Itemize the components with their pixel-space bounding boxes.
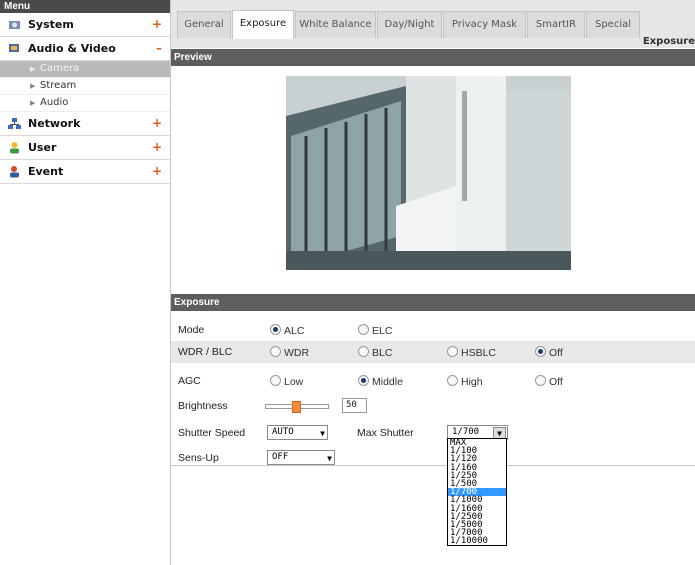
sens-up-value: OFF xyxy=(272,452,289,462)
sidebar-item-label: System xyxy=(28,18,74,31)
wdr-blc-row: WDR / BLC WDR BLC HSBLC Off xyxy=(171,341,695,363)
wdr-option-label: WDR xyxy=(284,347,310,359)
sidebar-item-system[interactable]: System + xyxy=(0,13,170,37)
radio-unchecked-icon xyxy=(535,375,546,386)
collapse-icon[interactable]: – xyxy=(156,37,162,60)
tab-bar: General Exposure White Balance Day/Night… xyxy=(171,0,695,48)
sidebar-item-network[interactable]: Network + xyxy=(0,112,170,136)
sidebar-item-label: Audio & Video xyxy=(28,42,116,55)
tab-privacy-mask[interactable]: Privacy Mask xyxy=(443,11,526,38)
radio-unchecked-icon xyxy=(447,346,458,357)
mode-label: Mode xyxy=(178,324,205,336)
agc-middle-label: Middle xyxy=(372,376,403,388)
radio-checked-icon xyxy=(358,375,369,386)
expand-icon[interactable]: + xyxy=(152,160,162,183)
max-shutter-dropdown-list[interactable]: MAX 1/100 1/120 1/160 1/250 1/500 1/700 1/1000 1… xyxy=(447,438,507,547)
expand-icon[interactable]: + xyxy=(152,136,162,159)
radio-unchecked-icon xyxy=(358,346,369,357)
agc-off-label: Off xyxy=(549,376,563,388)
camera-preview-image xyxy=(286,76,571,270)
radio-checked-icon xyxy=(270,324,281,335)
sidebar: Menu System + Audio & Video – ▶ Camera ▶… xyxy=(0,0,171,565)
audio-video-icon xyxy=(9,44,19,52)
expand-icon[interactable]: + xyxy=(152,112,162,135)
wdr-off-option-label: Off xyxy=(549,347,563,359)
radio-unchecked-icon xyxy=(270,375,281,386)
agc-middle-radio[interactable]: Middle xyxy=(358,375,403,388)
agc-low-label: Low xyxy=(284,376,304,388)
blc-radio[interactable]: BLC xyxy=(358,346,392,359)
sidebar-item-label: User xyxy=(28,141,57,154)
mode-alc-label: ALC xyxy=(284,325,305,337)
shutter-speed-label: Shutter Speed xyxy=(178,427,246,439)
tab-day-night[interactable]: Day/Night xyxy=(377,11,442,38)
sens-up-label: Sens-Up xyxy=(178,452,219,464)
agc-low-radio[interactable]: Low xyxy=(270,375,303,388)
user-icon xyxy=(10,142,19,154)
sidebar-subitem-label: Camera xyxy=(40,63,80,74)
dropdown-option[interactable]: 1/10000 xyxy=(448,537,506,546)
radio-unchecked-icon xyxy=(270,346,281,357)
hsblc-option-label: HSBLC xyxy=(461,347,497,359)
sidebar-item-label: Network xyxy=(28,117,81,130)
tab-exposure[interactable]: Exposure xyxy=(232,10,294,39)
brightness-value-input[interactable]: 50 xyxy=(342,398,367,413)
preview-header: Preview xyxy=(171,49,695,66)
sidebar-subitem-label: Stream xyxy=(40,80,77,91)
mode-alc-radio[interactable]: ALC xyxy=(270,324,304,337)
system-gear-icon xyxy=(9,21,20,29)
divider xyxy=(171,465,695,466)
agc-high-radio[interactable]: High xyxy=(447,375,483,388)
radio-checked-icon xyxy=(535,346,546,357)
agc-row: AGC Low Middle High Off xyxy=(171,370,695,392)
sidebar-item-event[interactable]: Event + xyxy=(0,160,170,184)
shutter-speed-select[interactable]: AUTO ▼ xyxy=(267,425,328,440)
tab-smartir[interactable]: SmartIR xyxy=(527,11,585,38)
menu-header: Menu xyxy=(0,0,170,13)
sidebar-item-label: Event xyxy=(28,165,64,178)
max-shutter-value: 1/700 xyxy=(452,427,480,437)
triangle-right-icon: ▶ xyxy=(30,82,36,90)
sidebar-subitem-camera[interactable]: ▶ Camera xyxy=(0,61,170,78)
mode-elc-label: ELC xyxy=(372,325,393,337)
sidebar-subitem-audio[interactable]: ▶ Audio xyxy=(0,95,170,112)
sidebar-subitem-label: Audio xyxy=(40,97,69,108)
brightness-label: Brightness xyxy=(178,400,228,412)
wdr-radio[interactable]: WDR xyxy=(270,346,309,359)
exposure-header: Exposure xyxy=(171,294,695,311)
tab-special[interactable]: Special xyxy=(586,11,640,38)
tab-general[interactable]: General xyxy=(177,11,231,38)
triangle-right-icon: ▶ xyxy=(30,65,36,73)
agc-off-radio[interactable]: Off xyxy=(535,375,563,388)
radio-unchecked-icon xyxy=(447,375,458,386)
sidebar-item-user[interactable]: User + xyxy=(0,136,170,160)
radio-unchecked-icon xyxy=(358,324,369,335)
chevron-down-icon: ▼ xyxy=(320,429,325,438)
wdr-blc-label: WDR / BLC xyxy=(178,346,233,358)
triangle-right-icon: ▶ xyxy=(30,99,36,107)
sidebar-subitem-stream[interactable]: ▶ Stream xyxy=(0,78,170,95)
tab-white-balance[interactable]: White Balance xyxy=(295,11,376,38)
shutter-speed-value: AUTO xyxy=(272,427,294,437)
sens-up-select[interactable]: OFF ▼ xyxy=(267,450,335,465)
agc-high-label: High xyxy=(461,376,483,388)
page-title: Exposure xyxy=(642,36,695,47)
hsblc-radio[interactable]: HSBLC xyxy=(447,346,496,359)
sidebar-item-audio-video[interactable]: Audio & Video – xyxy=(0,37,170,61)
event-icon xyxy=(10,166,19,178)
max-shutter-label: Max Shutter xyxy=(357,427,414,439)
mode-row: Mode ALC ELC xyxy=(171,319,695,341)
wdr-off-radio[interactable]: Off xyxy=(535,346,563,359)
network-icon xyxy=(8,118,21,129)
brightness-slider-handle[interactable] xyxy=(292,401,301,413)
chevron-down-icon: ▼ xyxy=(327,454,332,463)
mode-elc-radio[interactable]: ELC xyxy=(358,324,392,337)
expand-icon[interactable]: + xyxy=(152,13,162,36)
agc-label: AGC xyxy=(178,375,201,387)
blc-option-label: BLC xyxy=(372,347,393,359)
